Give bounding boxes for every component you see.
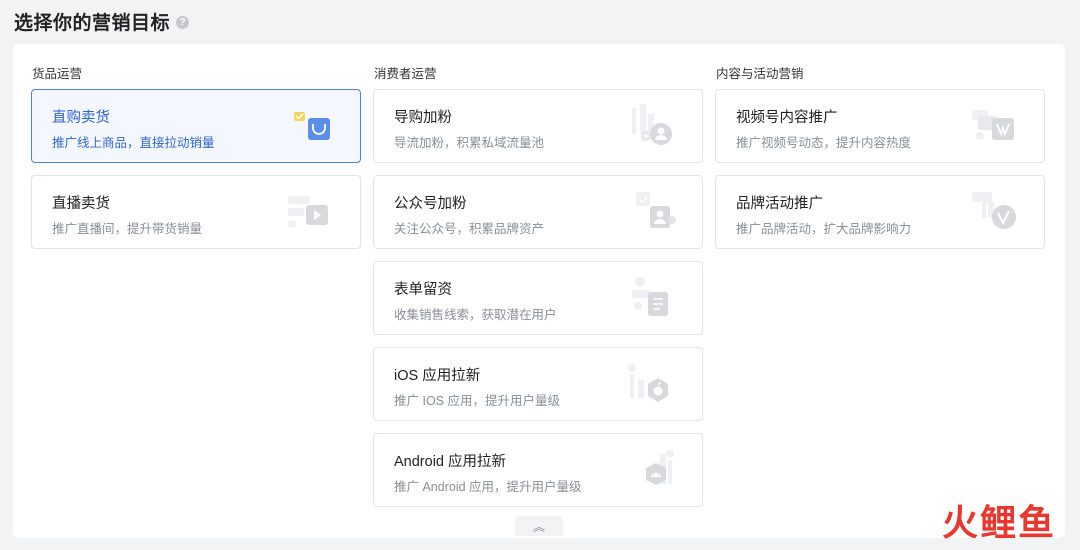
column-title: 货品运营 [32, 67, 83, 81]
column-title: 内容与活动营销 [716, 67, 804, 81]
add-user-icon [624, 102, 688, 152]
column-title: 消费者运营 [374, 67, 437, 81]
card-desc: 推广直播间，提升带货销量 [52, 222, 203, 236]
watermark-char: 鲤 [979, 503, 1018, 544]
card-brand-activity[interactable]: 品牌活动推广 推广品牌活动，扩大品牌影响力 [715, 175, 1045, 249]
card-desc: 推广 Android 应用，提升用户量级 [394, 480, 582, 494]
card-title: 直播卖货 [52, 196, 110, 212]
card-title: 视频号内容推广 [736, 110, 838, 126]
card-live-selling[interactable]: 直播卖货 推广直播间，提升带货销量 [31, 175, 361, 249]
card-title: 导购加粉 [394, 110, 452, 126]
card-desc: 推广线上商品，直接拉动销量 [52, 136, 215, 150]
card-title: 表单留资 [394, 282, 452, 298]
form-icon [624, 274, 688, 324]
card-official-account-fans[interactable]: 公众号加粉 关注公众号，积累品牌资产 [373, 175, 703, 249]
card-desc: 关注公众号，积累品牌资产 [394, 222, 545, 236]
card-desc: 推广视频号动态，提升内容热度 [736, 136, 912, 150]
question-circle-icon[interactable]: ? [176, 16, 190, 29]
card-guide-add-fans[interactable]: 导购加粉 导流加粉，积累私域流量池 [373, 89, 703, 163]
watermark-char: 火 [941, 503, 980, 544]
brand-v-icon [966, 188, 1030, 238]
card-desc: 推广 IOS 应用，提升用户量级 [394, 394, 560, 408]
apple-icon [624, 360, 688, 410]
card-direct-purchase[interactable]: 直购卖货 推广线上商品，直接拉动销量 [31, 89, 361, 163]
card-title: Android 应用拉新 [394, 454, 507, 470]
card-title: 品牌活动推广 [736, 196, 823, 212]
card-channels-content[interactable]: 视频号内容推广 推广视频号动态，提升内容热度 [715, 89, 1045, 163]
page-header: 选择你的营销目标 ? [14, 8, 190, 35]
channels-icon [966, 102, 1030, 152]
card-desc: 导流加粉，积累私域流量池 [394, 136, 545, 150]
card-title: iOS 应用拉新 [394, 368, 481, 384]
card-title: 直购卖货 [52, 110, 110, 126]
card-ios-app[interactable]: iOS 应用拉新 推广 IOS 应用，提升用户量级 [373, 347, 703, 421]
double-chevron-up-icon[interactable]: ︽ [515, 516, 563, 536]
page-title: 选择你的营销目标 [14, 13, 171, 34]
card-desc: 收集销售线索，获取潜在用户 [394, 308, 557, 322]
live-play-icon [282, 188, 346, 238]
card-android-app[interactable]: Android 应用拉新 推广 Android 应用，提升用户量级 [373, 433, 703, 507]
watermark-char: 鱼 [1017, 503, 1056, 544]
android-icon [624, 446, 688, 496]
card-desc: 推广品牌活动，扩大品牌影响力 [736, 222, 912, 236]
card-title: 公众号加粉 [394, 196, 467, 212]
shopping-bag-icon [282, 102, 346, 152]
watermark-logo: 火鲤鱼 [942, 494, 1056, 546]
card-form-leads[interactable]: 表单留资 收集销售线索，获取潜在用户 [373, 261, 703, 335]
official-account-icon [624, 188, 688, 238]
marketing-goal-panel: 货品运营 直购卖货 推广线上商品，直接拉动销量 直播卖货 推广直播间，提升带货销… [13, 44, 1065, 538]
